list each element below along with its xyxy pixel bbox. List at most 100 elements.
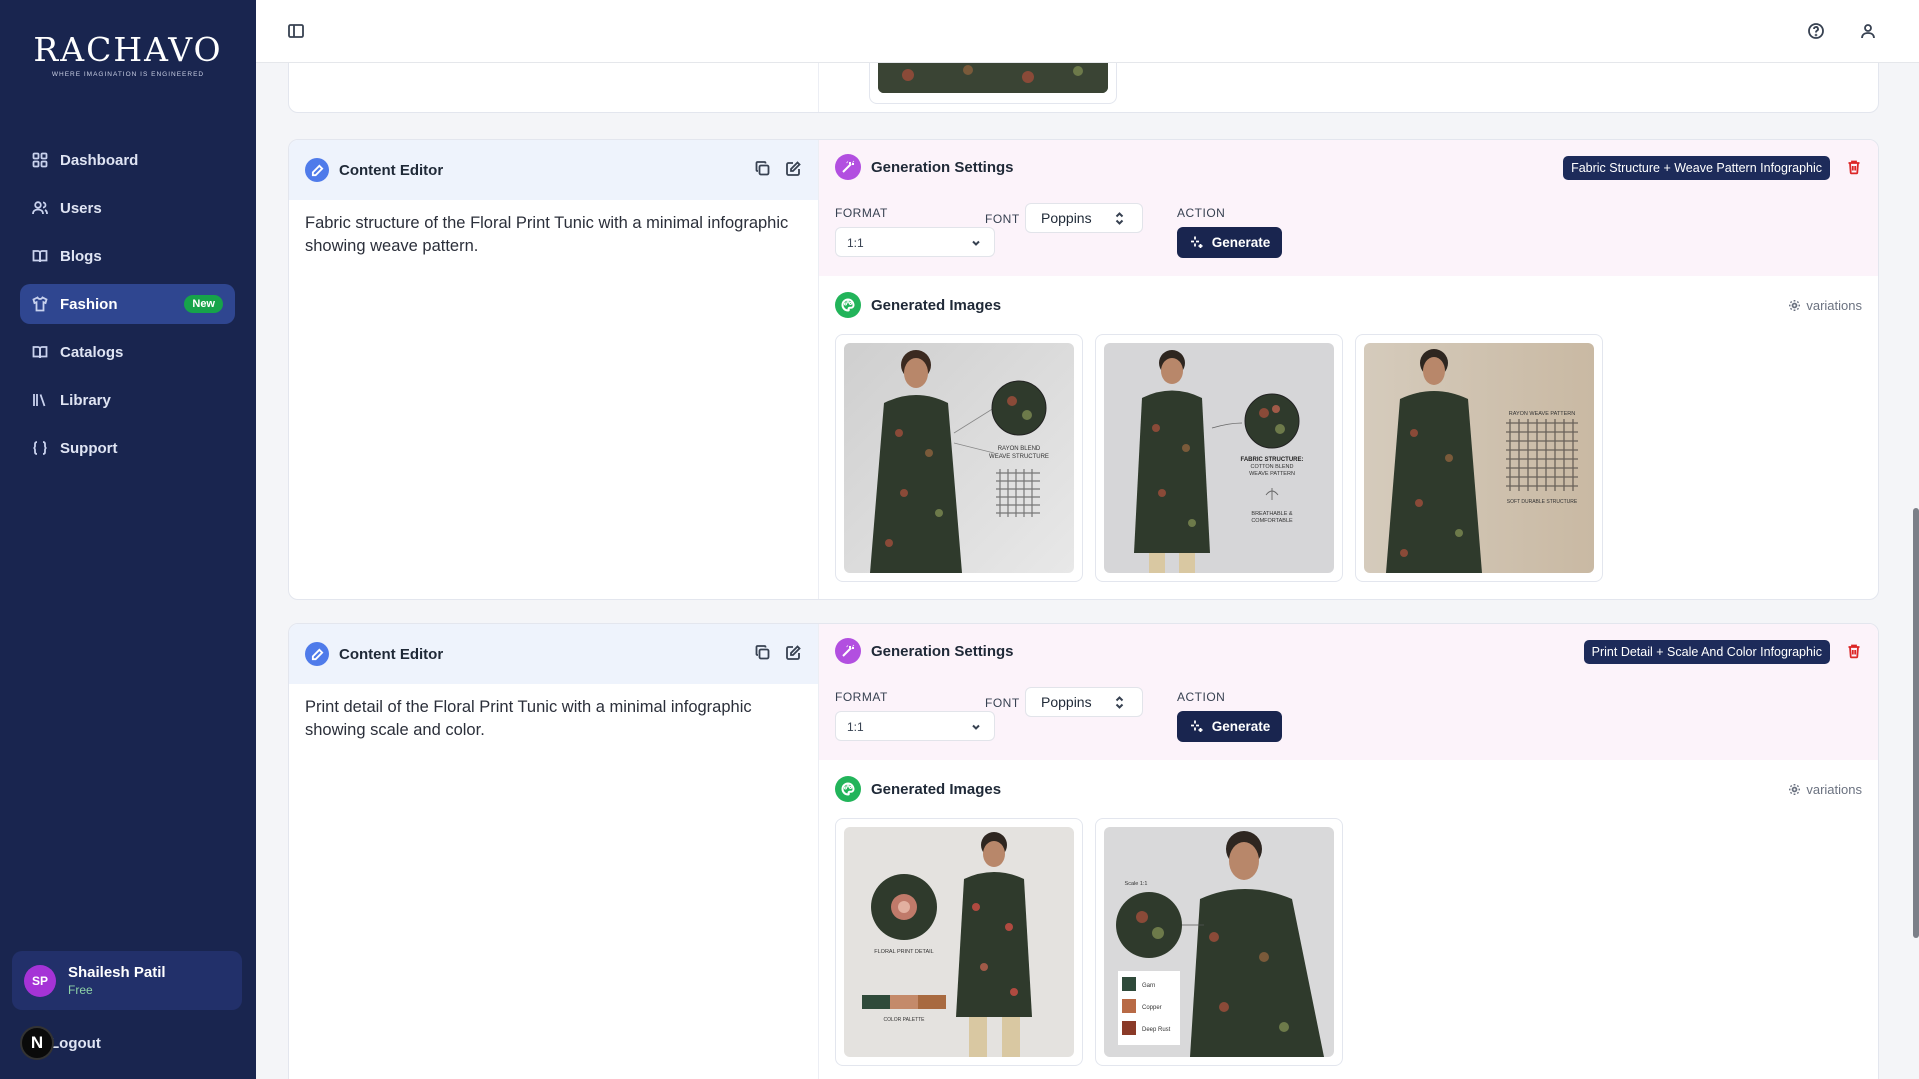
generate-label: Generate: [1211, 235, 1271, 250]
magic-wand-icon: [835, 638, 861, 664]
content-editor-title: Content Editor: [339, 161, 444, 179]
edit-note-icon[interactable]: [785, 160, 802, 182]
chevron-up-down-icon: [1113, 211, 1126, 229]
sidebar-item-library[interactable]: Library: [20, 380, 235, 420]
user-card[interactable]: SP Shailesh Patil Free: [12, 951, 242, 1010]
image-caption: Garn: [1142, 983, 1155, 989]
palette-icon: [835, 292, 861, 318]
prompt-card: Content Editor Fabric structure of the F…: [288, 139, 1879, 600]
image-caption: Scale 1:1: [1125, 881, 1148, 887]
sidebar-item-dashboard[interactable]: Dashboard: [20, 140, 235, 180]
format-select[interactable]: 1:1: [835, 227, 995, 257]
format-value: 1:1: [847, 720, 864, 734]
user-name: Shailesh Patil: [68, 964, 166, 981]
previous-card: [288, 63, 1879, 113]
image-caption: COTTON BLEND: [1251, 464, 1294, 470]
image-caption: FLORAL PRINT DETAIL: [874, 949, 934, 955]
font-select[interactable]: Poppins: [1025, 203, 1143, 233]
image-caption: FABRIC STRUCTURE:: [1241, 457, 1304, 463]
sidebar-nav: Dashboard Users Blogs Fashion New Catalo…: [20, 140, 235, 476]
image-caption: WEAVE PATTERN: [1249, 471, 1295, 477]
sidebar-item-label: Support: [60, 439, 118, 457]
generated-image-thumb[interactable]: Scale 1:1 Garn Copper Deep Rust: [1095, 818, 1343, 1066]
prompt-card: Content Editor Print detail of the Flora…: [288, 623, 1879, 1079]
avatar: SP: [24, 964, 56, 997]
sidebar-item-label: Fashion: [60, 295, 118, 313]
main-scrollbar[interactable]: [1913, 508, 1919, 938]
sidebar-item-label: Dashboard: [60, 151, 139, 169]
tunic-image: FABRIC STRUCTURE: COTTON BLEND WEAVE PAT…: [1104, 343, 1334, 573]
new-badge: New: [184, 295, 223, 313]
format-label: FORMAT: [835, 206, 888, 220]
generated-image-thumb[interactable]: FABRIC STRUCTURE: COTTON BLEND WEAVE PAT…: [1095, 334, 1343, 582]
user-icon[interactable]: [1859, 22, 1877, 40]
sidebar-item-support[interactable]: Support: [20, 428, 235, 468]
gear-icon: [1789, 784, 1801, 795]
font-value: Poppins: [1041, 694, 1092, 710]
content-editor-text[interactable]: Print detail of the Floral Print Tunic w…: [289, 684, 818, 754]
sidebar-toggle-icon[interactable]: [287, 22, 305, 40]
content-editor-title: Content Editor: [339, 645, 444, 663]
trash-icon[interactable]: [1846, 643, 1862, 664]
tunic-image: RAYON WEAVE PATTERN SOFT DURABLE STRUCTU…: [1364, 343, 1594, 573]
sidebar-item-fashion[interactable]: Fashion New: [20, 284, 235, 324]
generate-button[interactable]: Generate: [1177, 711, 1282, 742]
sidebar-item-catalogs[interactable]: Catalogs: [20, 332, 235, 372]
chevron-down-icon: [970, 721, 982, 736]
help-icon[interactable]: [1807, 22, 1825, 40]
format-select[interactable]: 1:1: [835, 711, 995, 741]
tunic-image: Scale 1:1 Garn Copper Deep Rust: [1104, 827, 1334, 1057]
image-caption: COLOR PALETTE: [883, 1017, 925, 1023]
copy-icon[interactable]: [754, 644, 771, 666]
sidebar-item-label: Blogs: [60, 247, 102, 265]
image-caption: Copper: [1142, 1005, 1162, 1011]
font-select[interactable]: Poppins: [1025, 687, 1143, 717]
generated-image: Scale 1:1 Garn Copper Deep Rust: [1104, 827, 1334, 1057]
content-editor-text[interactable]: Fabric structure of the Floral Print Tun…: [289, 200, 818, 270]
font-value: Poppins: [1041, 210, 1092, 226]
generated-images-title: Generated Images: [871, 296, 1002, 314]
book-icon: [32, 248, 48, 264]
main-content[interactable]: Content Editor Fabric structure of the F…: [256, 63, 1919, 1079]
generated-image-thumb[interactable]: RAYON WEAVE PATTERN SOFT DURABLE STRUCTU…: [1355, 334, 1603, 582]
library-icon: [32, 392, 48, 408]
topbar: [256, 0, 1919, 63]
generated-images-grid: RAYON BLEND WEAVE STRUCTURE FABRIC STRUC…: [819, 334, 1878, 582]
generated-image-thumb[interactable]: FLORAL PRINT DETAIL COLOR PALETTE: [835, 818, 1083, 1066]
generated-image: FLORAL PRINT DETAIL COLOR PALETTE: [844, 827, 1074, 1057]
image-caption: RAYON WEAVE PATTERN: [1509, 411, 1576, 417]
gear-icon: [1789, 300, 1801, 311]
image-caption: Deep Rust: [1142, 1027, 1171, 1033]
image-caption: BREATHABLE &: [1251, 511, 1292, 517]
sidebar-item-label: Library: [60, 391, 111, 409]
previous-generated-image: [878, 63, 1108, 93]
sidebar-item-blogs[interactable]: Blogs: [20, 236, 235, 276]
previous-card-left: [289, 63, 819, 112]
users-icon: [32, 200, 48, 216]
user-plan: Free: [68, 983, 93, 997]
n-badge[interactable]: N: [20, 1026, 54, 1060]
logout-button[interactable]: N Logout: [20, 1026, 101, 1060]
tunic-image: FLORAL PRINT DETAIL COLOR PALETTE: [844, 827, 1074, 1057]
variations-button[interactable]: variations: [1788, 782, 1862, 797]
generated-image-thumb[interactable]: RAYON BLEND WEAVE STRUCTURE: [835, 334, 1083, 582]
content-editor: Content Editor Print detail of the Flora…: [289, 624, 819, 1079]
content-editor-header: Content Editor: [289, 140, 818, 200]
generate-button[interactable]: Generate: [1177, 227, 1282, 258]
copy-icon[interactable]: [754, 160, 771, 182]
edit-note-icon[interactable]: [785, 644, 802, 666]
variations-button[interactable]: variations: [1788, 298, 1862, 313]
generation-settings-title: Generation Settings: [871, 158, 1014, 176]
sidebar-item-users[interactable]: Users: [20, 188, 235, 228]
edit-icon: [305, 158, 329, 182]
content-editor-actions: [754, 644, 802, 666]
logout-label: Logout: [50, 1034, 101, 1052]
sidebar-item-label: Users: [60, 199, 102, 217]
generation-settings-title: Generation Settings: [871, 642, 1014, 660]
brand-logo[interactable]: RACHAVO WHERE IMAGINATION IS ENGINEERED: [0, 30, 256, 78]
trash-icon[interactable]: [1846, 159, 1862, 180]
chevron-down-icon: [970, 237, 982, 252]
brand-tagline: WHERE IMAGINATION IS ENGINEERED: [51, 71, 205, 78]
previous-image-thumb[interactable]: [869, 63, 1117, 104]
content-editor-header: Content Editor: [289, 624, 818, 684]
